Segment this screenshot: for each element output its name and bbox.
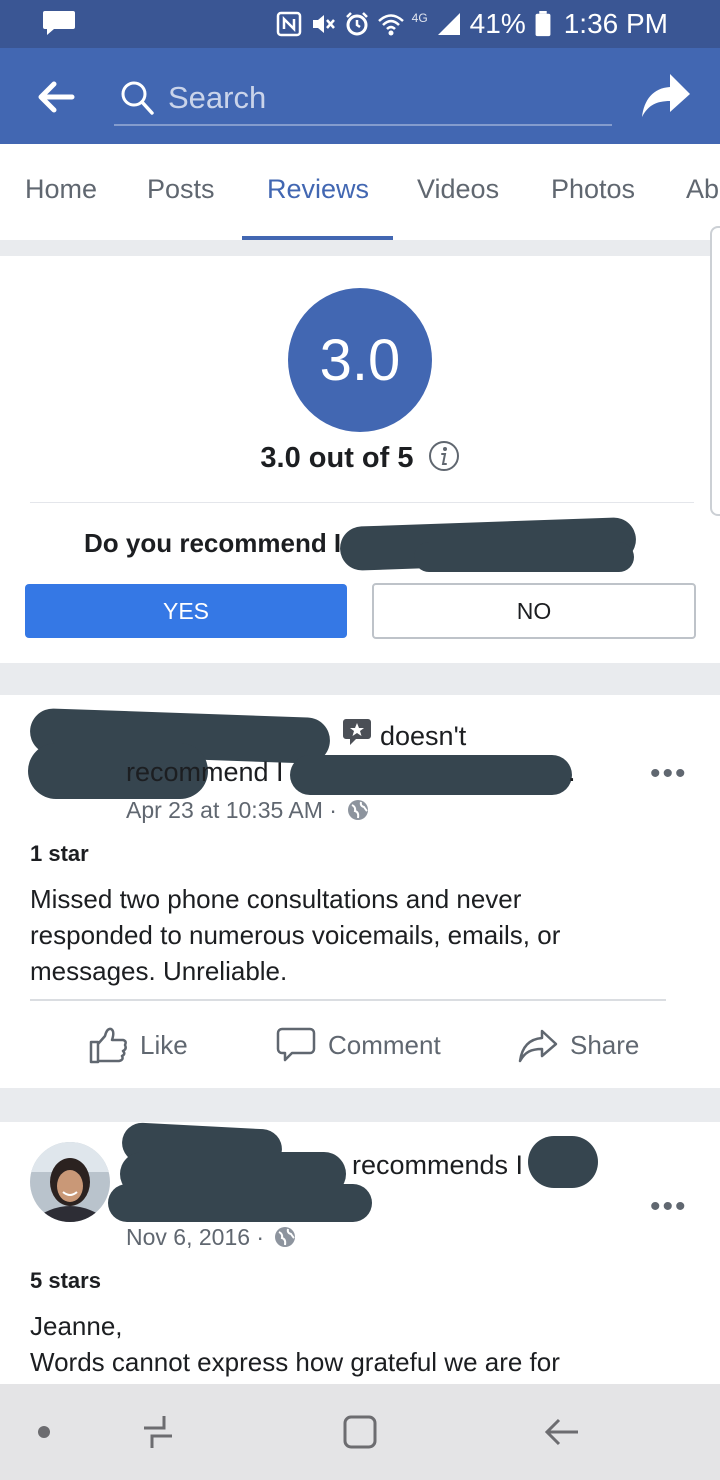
like-button[interactable]: Like [88, 1025, 188, 1065]
share-button[interactable]: Share [518, 1025, 639, 1065]
tab-reviews[interactable]: Reviews [267, 174, 369, 205]
redaction-mark [414, 542, 634, 572]
alarm-icon [345, 12, 368, 36]
more-options-button[interactable]: ••• [650, 1192, 688, 1222]
timestamp-text: Apr 23 at 10:35 AM · [126, 797, 337, 823]
timestamp-text: Nov 6, 2016 · [126, 1224, 265, 1250]
battery-icon [535, 11, 551, 37]
battery-percent: 41% [469, 8, 526, 39]
review-body-line: Missed two phone consultations and never [30, 884, 522, 914]
comment-icon [276, 1027, 316, 1062]
review-timestamp: Nov 6, 2016 · [126, 1224, 296, 1251]
recommend-yes-button[interactable]: YES [25, 584, 347, 638]
tab-about[interactable]: Ab [686, 174, 719, 205]
review-body-line: Jeanne, [30, 1311, 123, 1341]
more-options-button[interactable]: ••• [650, 759, 688, 789]
globe-icon [348, 800, 369, 820]
search-bar[interactable] [114, 72, 612, 126]
avatar-image [30, 1142, 110, 1222]
comment-label: Comment [328, 1029, 441, 1060]
info-icon[interactable] [428, 440, 460, 472]
back-nav-icon[interactable] [538, 1408, 586, 1456]
redaction-mark [528, 1136, 598, 1188]
nfc-icon [276, 11, 301, 37]
rating-score-badge: 3.0 [288, 288, 432, 432]
page-tabs: Home Posts Reviews Videos Photos Ab [0, 144, 720, 240]
reviewer-avatar[interactable] [30, 1142, 110, 1222]
review-body-line: messages. Unreliable. [30, 956, 288, 986]
recommendation-badge-icon [343, 719, 371, 745]
share-arrow-icon[interactable] [640, 72, 692, 120]
divider [30, 999, 666, 1001]
nav-dot-icon[interactable] [20, 1408, 68, 1456]
status-bar: 4G 41% 1:36 PM [0, 0, 720, 48]
rating-summary-card: 3.0 3.0 out of 5 Do you recommend I YES … [0, 226, 720, 663]
search-input[interactable] [168, 78, 588, 118]
review-body-line: Words cannot express how grateful we are… [30, 1347, 560, 1377]
rating-summary-text: 3.0 out of 5 [260, 442, 414, 474]
home-button-icon[interactable] [336, 1408, 384, 1456]
review-star-count: 5 stars [30, 1268, 101, 1293]
recommend-question: Do you recommend I [84, 528, 342, 558]
recent-apps-icon[interactable] [134, 1408, 182, 1456]
review-action-text-cont: recommend I [126, 757, 284, 787]
tab-videos[interactable]: Videos [417, 174, 499, 205]
recommend-no-button[interactable]: NO [372, 583, 696, 639]
active-tab-indicator [242, 236, 393, 240]
review-star-count: 1 star [30, 841, 89, 866]
review-body: Jeanne, Words cannot express how gratefu… [30, 1308, 670, 1380]
divider [30, 502, 694, 503]
mute-icon [312, 15, 335, 33]
review-card: doesn't recommend I . ••• Apr 23 at 10:3… [0, 695, 720, 1088]
tab-photos[interactable]: Photos [551, 174, 635, 205]
network-type: 4G [411, 11, 428, 25]
comment-button[interactable]: Comment [276, 1025, 441, 1065]
rating-summary: 3.0 out of 5 [0, 440, 720, 475]
back-arrow-icon[interactable] [32, 74, 78, 120]
tab-home[interactable]: Home [25, 174, 97, 205]
message-notification-icon [43, 11, 75, 35]
wifi-icon [377, 14, 404, 36]
tab-posts[interactable]: Posts [147, 174, 215, 205]
review-action-text: doesn't [380, 721, 467, 751]
like-label: Like [140, 1029, 188, 1060]
redaction-mark [108, 1184, 372, 1222]
review-card: recommends I ••• Nov 6, 2016 · 5 stars J… [0, 1122, 720, 1384]
clock: 1:36 PM [563, 8, 668, 39]
share-label: Share [570, 1029, 640, 1060]
review-action-period: . [568, 757, 576, 787]
review-body-line: responded to numerous voicemails, emails… [30, 920, 561, 950]
thumbs-up-icon [89, 1027, 127, 1064]
app-bar [0, 48, 720, 144]
share-icon [518, 1029, 558, 1063]
globe-icon [275, 1227, 296, 1247]
redaction-mark [290, 755, 572, 795]
system-nav-bar [0, 1384, 720, 1480]
review-body: Missed two phone consultations and never… [30, 881, 670, 989]
search-icon [121, 81, 154, 115]
review-timestamp: Apr 23 at 10:35 AM · [126, 797, 369, 824]
review-action-text: recommends I [352, 1150, 524, 1180]
signal-icon [437, 13, 460, 35]
